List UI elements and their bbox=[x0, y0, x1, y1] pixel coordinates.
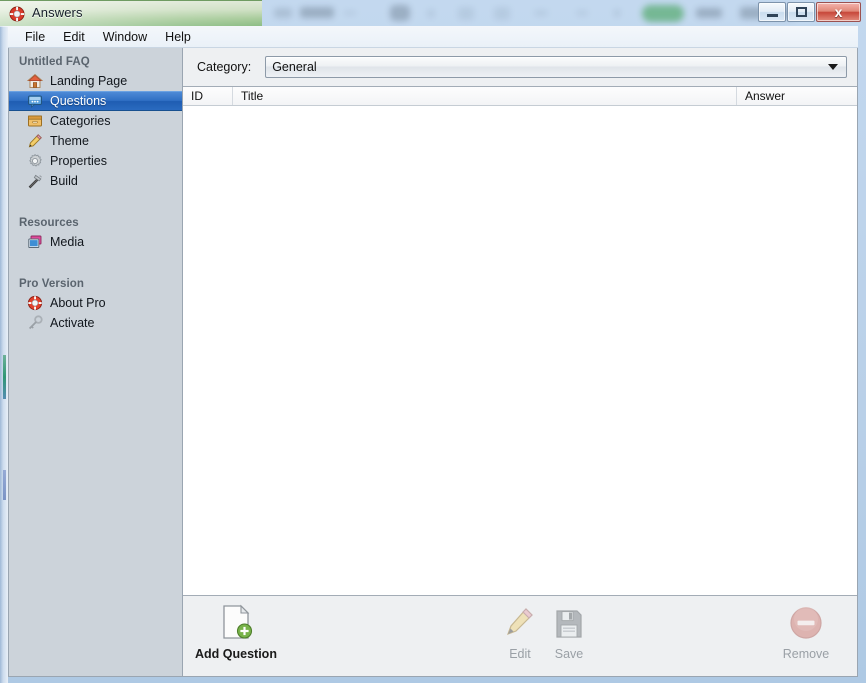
remove-label: Remove bbox=[783, 647, 830, 661]
minimize-icon bbox=[767, 14, 778, 17]
category-select[interactable]: General bbox=[265, 56, 847, 78]
sidebar-group-title-faq: Untitled FAQ bbox=[9, 52, 182, 71]
house-icon bbox=[27, 73, 43, 89]
maximize-button[interactable] bbox=[787, 2, 815, 22]
sidebar-item-media[interactable]: Media bbox=[9, 232, 182, 252]
window-controls: x bbox=[757, 2, 861, 24]
questions-table: ID Title Answer bbox=[183, 86, 857, 596]
media-image-icon bbox=[27, 234, 43, 250]
sidebar-item-label: Landing Page bbox=[50, 74, 127, 88]
category-select-value: General bbox=[272, 60, 316, 74]
gear-icon bbox=[27, 153, 43, 169]
hammer-icon bbox=[27, 173, 43, 189]
application-window: Answers x File Edit Window Help Untitled… bbox=[0, 0, 866, 683]
category-bar: Category: General bbox=[183, 48, 857, 86]
add-question-label: Add Question bbox=[195, 647, 277, 661]
new-document-plus-icon bbox=[219, 604, 253, 640]
sidebar: Untitled FAQ Landing Page bbox=[9, 48, 183, 676]
save-label: Save bbox=[555, 647, 584, 661]
key-icon bbox=[27, 315, 43, 331]
close-icon: x bbox=[835, 5, 843, 19]
sidebar-item-about-pro[interactable]: About Pro bbox=[9, 293, 182, 313]
sidebar-item-label: About Pro bbox=[50, 296, 106, 310]
category-label: Category: bbox=[197, 60, 251, 74]
close-button[interactable]: x bbox=[816, 2, 861, 22]
table-body-empty[interactable] bbox=[183, 106, 857, 595]
sidebar-item-properties[interactable]: Properties bbox=[9, 151, 182, 171]
save-button[interactable]: Save bbox=[526, 604, 612, 661]
sidebar-item-label: Properties bbox=[50, 154, 107, 168]
minus-circle-icon bbox=[789, 604, 823, 640]
column-header-title[interactable]: Title bbox=[233, 87, 737, 105]
sidebar-item-landing-page[interactable]: Landing Page bbox=[9, 71, 182, 91]
sidebar-item-activate[interactable]: Activate bbox=[9, 313, 182, 333]
floppy-disk-icon bbox=[554, 604, 584, 640]
table-header-row: ID Title Answer bbox=[183, 87, 857, 106]
menu-item-edit[interactable]: Edit bbox=[54, 28, 94, 46]
menu-bar: File Edit Window Help bbox=[8, 26, 858, 48]
menu-item-window[interactable]: Window bbox=[94, 28, 156, 46]
sidebar-item-theme[interactable]: Theme bbox=[9, 131, 182, 151]
lifebuoy-icon bbox=[27, 295, 43, 311]
maximize-icon bbox=[796, 7, 807, 17]
remove-button[interactable]: Remove bbox=[763, 604, 849, 661]
window-border-accent-secondary bbox=[3, 470, 6, 500]
column-header-answer[interactable]: Answer bbox=[737, 87, 857, 105]
pencil-icon bbox=[27, 133, 43, 149]
sidebar-item-label: Theme bbox=[50, 134, 89, 148]
sidebar-spacer bbox=[9, 191, 182, 213]
sidebar-spacer bbox=[9, 252, 182, 274]
menu-item-file[interactable]: File bbox=[16, 28, 54, 46]
menu-item-help[interactable]: Help bbox=[156, 28, 200, 46]
column-header-id[interactable]: ID bbox=[183, 87, 233, 105]
chevron-down-icon bbox=[824, 64, 842, 70]
client-area: Untitled FAQ Landing Page bbox=[8, 48, 858, 677]
sidebar-item-label: Questions bbox=[50, 94, 106, 108]
main-panel: Category: General ID Title Answer bbox=[183, 48, 857, 676]
window-border-accent bbox=[3, 355, 6, 399]
sidebar-item-categories[interactable]: Categories bbox=[9, 111, 182, 131]
bottom-toolbar: Add Question Edit bbox=[183, 596, 857, 676]
minimize-button[interactable] bbox=[758, 2, 786, 22]
sidebar-item-label: Activate bbox=[50, 316, 94, 330]
add-question-button[interactable]: Add Question bbox=[193, 604, 279, 661]
sidebar-item-label: Media bbox=[50, 235, 84, 249]
sidebar-item-label: Build bbox=[50, 174, 78, 188]
window-title: Answers bbox=[32, 5, 83, 20]
speech-bubble-icon bbox=[27, 93, 43, 109]
window-left-border bbox=[0, 0, 8, 683]
sidebar-item-build[interactable]: Build bbox=[9, 171, 182, 191]
sidebar-item-label: Categories bbox=[50, 114, 110, 128]
title-bar[interactable]: Answers bbox=[0, 0, 262, 26]
drawer-icon bbox=[27, 113, 43, 129]
lifebuoy-icon bbox=[9, 6, 25, 22]
sidebar-item-questions[interactable]: Questions bbox=[9, 91, 182, 111]
sidebar-group-title-resources: Resources bbox=[9, 213, 182, 232]
sidebar-group-title-pro: Pro Version bbox=[9, 274, 182, 293]
